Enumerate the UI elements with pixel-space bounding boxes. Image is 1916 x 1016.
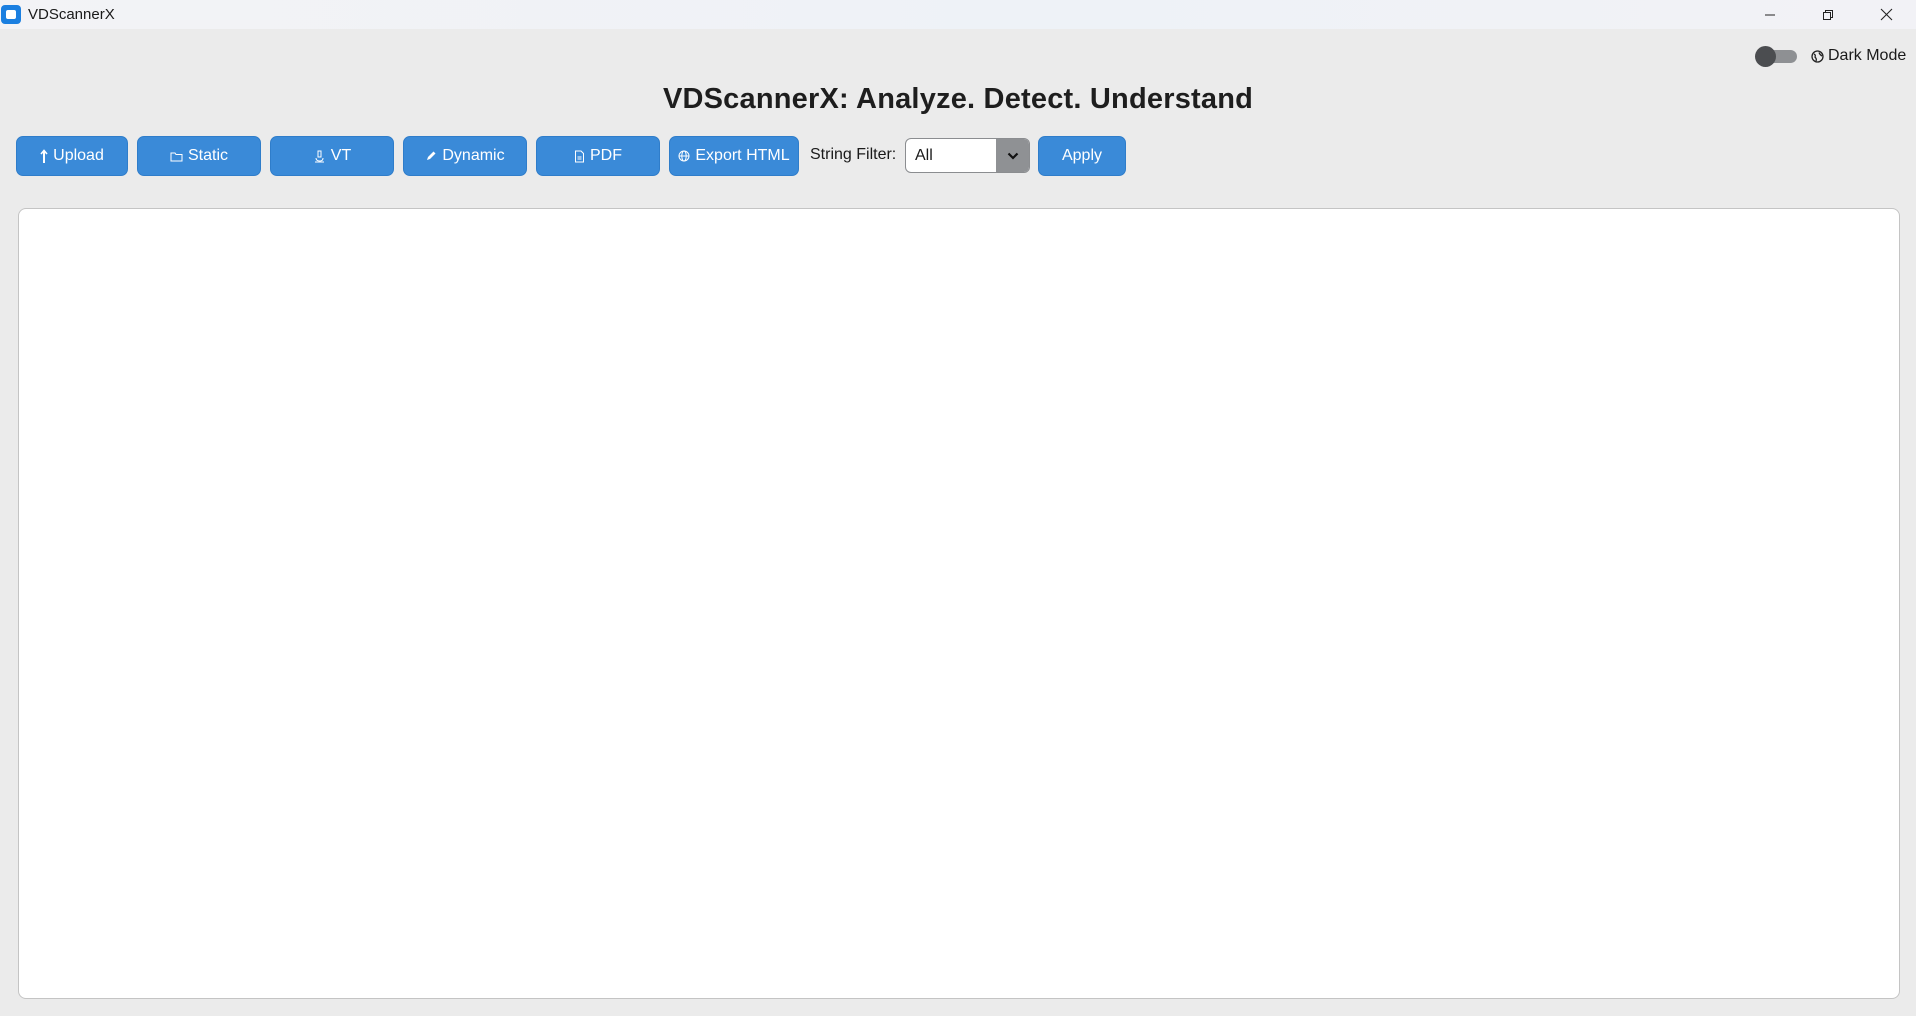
export-html-button[interactable]: Export HTML (669, 136, 799, 176)
app-icon (1, 5, 21, 24)
dark-mode-switch[interactable] (1755, 46, 1797, 67)
pdf-button[interactable]: PDF (536, 136, 660, 176)
pen-icon (427, 151, 436, 160)
globe-icon (678, 150, 690, 162)
dynamic-button[interactable]: Dynamic (403, 136, 527, 176)
static-label: Static (187, 147, 228, 164)
title-bar: VDScannerX (0, 0, 1916, 29)
apply-button[interactable]: Apply (1038, 136, 1126, 176)
pdf-label: PDF (590, 147, 622, 164)
document-icon (575, 150, 584, 162)
microscope-icon (314, 150, 324, 162)
switch-knob (1755, 46, 1776, 67)
upload-button[interactable]: Upload (16, 136, 128, 176)
static-button[interactable]: Static (137, 136, 261, 176)
upload-arrow-icon (40, 148, 48, 163)
minimize-button[interactable] (1741, 0, 1799, 29)
apply-label: Apply (1061, 147, 1103, 164)
dynamic-label: Dynamic (442, 147, 505, 164)
window-title: VDScannerX (28, 6, 115, 23)
page-title: VDScannerX: Analyze. Detect. Understand (662, 83, 1254, 115)
close-button[interactable] (1857, 0, 1915, 29)
minimize-icon (1765, 14, 1775, 15)
string-filter-dropdown[interactable]: All (905, 138, 1030, 173)
string-filter-label: String Filter: (810, 146, 897, 163)
dropdown-toggle[interactable] (996, 139, 1029, 172)
dark-mode-label-group[interactable]: Dark Mode (1811, 47, 1906, 65)
folder-icon (170, 152, 183, 161)
results-text-area[interactable] (18, 208, 1900, 999)
dark-mode-label: Dark Mode (1828, 47, 1907, 64)
chevron-down-icon (1007, 152, 1018, 160)
export-html-label: Export HTML (695, 147, 790, 164)
restore-icon (1823, 9, 1833, 20)
vt-label: VT (330, 147, 352, 164)
restore-button[interactable] (1799, 0, 1857, 29)
string-filter-value: All (915, 147, 933, 164)
globe-icon (1811, 49, 1824, 63)
close-icon (1880, 8, 1892, 21)
vt-button[interactable]: VT (270, 136, 394, 176)
upload-label: Upload (53, 147, 104, 164)
